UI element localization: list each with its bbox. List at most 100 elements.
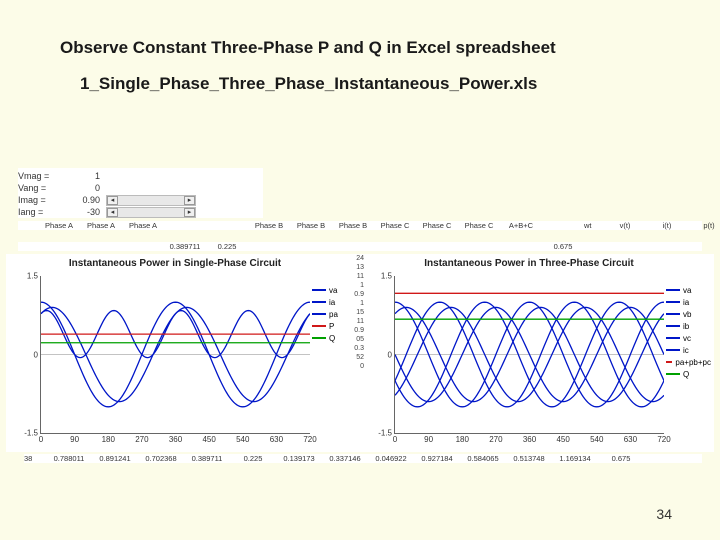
legend-label: ic bbox=[683, 346, 689, 355]
legend-item: vb bbox=[666, 308, 711, 320]
data-cell: 0.389711 bbox=[184, 454, 230, 463]
strip-value: 0.3 bbox=[348, 344, 364, 353]
data-cell: 0.891241 bbox=[92, 454, 138, 463]
legend-swatch bbox=[312, 313, 326, 315]
plot-single: -1.501.5090180270360450540630720 bbox=[40, 276, 310, 434]
strip-value: 1 bbox=[348, 299, 364, 308]
data-cell: 0.584065 bbox=[460, 454, 506, 463]
x-tick: 540 bbox=[590, 433, 603, 444]
legend-item: vc bbox=[666, 332, 711, 344]
data-cell bbox=[80, 242, 122, 251]
header-cell: Phase C bbox=[416, 221, 458, 230]
header-cell: Phase B bbox=[332, 221, 374, 230]
legend-swatch bbox=[666, 313, 680, 315]
chart-single-phase: Instantaneous Power in Single-Phase Circ… bbox=[6, 254, 360, 452]
header-cell: Phase B bbox=[248, 221, 290, 230]
legend-swatch bbox=[666, 337, 680, 339]
data-row-preview: 0.3897110.2250.675 bbox=[18, 242, 702, 251]
legend-label: Q bbox=[329, 334, 335, 343]
control-value: -30 bbox=[68, 207, 100, 217]
strip-value: 13 bbox=[348, 263, 364, 272]
arrow-right-icon[interactable]: ▸ bbox=[184, 208, 195, 217]
header-cell: Phase B bbox=[290, 221, 332, 230]
strip-value: 11 bbox=[348, 317, 364, 326]
data-cell bbox=[374, 242, 416, 251]
y-tick: 0 bbox=[388, 350, 395, 359]
plot-three: -1.501.5090180270360450540630720 bbox=[394, 276, 664, 434]
data-cell bbox=[18, 242, 38, 251]
legend-swatch bbox=[312, 289, 326, 291]
data-row-bottom: 380.7880110.8912410.7023680.3897110.2250… bbox=[24, 454, 702, 463]
legend-swatch bbox=[666, 289, 680, 291]
legend-label: ia bbox=[683, 298, 689, 307]
legend-item: ib bbox=[666, 320, 711, 332]
x-tick: 0 bbox=[393, 433, 397, 444]
data-cell bbox=[416, 242, 458, 251]
header-cell bbox=[18, 221, 38, 230]
strip-value: 1 bbox=[348, 281, 364, 290]
header-cell: Phase C bbox=[374, 221, 416, 230]
x-tick: 630 bbox=[270, 433, 283, 444]
chart-three-phase: Instantaneous Power in Three-Phase Circu… bbox=[360, 254, 714, 452]
x-tick: 90 bbox=[424, 433, 433, 444]
data-cell: 0.337146 bbox=[322, 454, 368, 463]
page-title: Observe Constant Three-Phase P and Q in … bbox=[60, 38, 680, 58]
data-cell: 0.513748 bbox=[506, 454, 552, 463]
legend-item: ic bbox=[666, 344, 711, 356]
arrow-left-icon[interactable]: ◂ bbox=[107, 208, 118, 217]
x-tick: 360 bbox=[523, 433, 536, 444]
arrow-left-icon[interactable]: ◂ bbox=[107, 196, 118, 205]
strip-value: 05 bbox=[348, 335, 364, 344]
data-cell: 1.169134 bbox=[552, 454, 598, 463]
legend-label: P bbox=[329, 322, 334, 331]
header-cell bbox=[542, 221, 584, 230]
data-cell: 0.389711 bbox=[164, 242, 206, 251]
header-cell: i(t) bbox=[646, 221, 688, 230]
legend-swatch bbox=[666, 361, 672, 363]
control-row: Vmag = 1 bbox=[18, 170, 263, 182]
legend-item: Q bbox=[666, 368, 711, 380]
legend-label: pa bbox=[329, 310, 338, 319]
x-tick: 90 bbox=[70, 433, 79, 444]
legend-label: ib bbox=[683, 322, 689, 331]
control-value: 0.90 bbox=[68, 195, 100, 205]
control-value: 1 bbox=[68, 171, 100, 181]
x-tick: 720 bbox=[303, 433, 316, 444]
data-cell bbox=[122, 242, 164, 251]
data-cell bbox=[248, 242, 290, 251]
x-tick: 630 bbox=[624, 433, 637, 444]
value-scroller[interactable]: ◂▸ bbox=[106, 195, 196, 206]
legend-item: pa+pb+pc bbox=[666, 356, 711, 368]
chart-title: Instantaneous Power in Three-Phase Circu… bbox=[394, 258, 664, 276]
x-tick: 0 bbox=[39, 433, 43, 444]
legend-three: va ia vb ibvc icpa+pb+pcQ bbox=[666, 284, 711, 380]
strip-value: 52 bbox=[348, 353, 364, 362]
legend-swatch bbox=[666, 349, 680, 351]
x-tick: 180 bbox=[102, 433, 115, 444]
control-label: Vmag = bbox=[18, 171, 62, 181]
legend-swatch bbox=[666, 373, 680, 375]
data-cell bbox=[38, 242, 80, 251]
legend-label: vb bbox=[683, 310, 691, 319]
x-tick: 270 bbox=[489, 433, 502, 444]
column-headers: Phase APhase APhase APhase BPhase BPhase… bbox=[18, 221, 702, 230]
x-tick: 270 bbox=[135, 433, 148, 444]
parameter-controls: Vmag =1Vang =0Imag =0.90◂▸Iang =-30◂▸ bbox=[18, 168, 263, 218]
strip-value: 24 bbox=[348, 254, 364, 263]
header-cell: v(t) bbox=[604, 221, 646, 230]
chart-title: Instantaneous Power in Single-Phase Circ… bbox=[40, 258, 310, 276]
data-cell: 0.927184 bbox=[414, 454, 460, 463]
legend-swatch bbox=[666, 301, 680, 303]
legend-label: va bbox=[683, 286, 691, 295]
data-cell: 0.702368 bbox=[138, 454, 184, 463]
legend-swatch bbox=[312, 337, 326, 339]
x-tick: 180 bbox=[456, 433, 469, 444]
value-scroller[interactable]: ◂▸ bbox=[106, 207, 196, 218]
data-cell bbox=[332, 242, 374, 251]
page-number: 34 bbox=[656, 506, 672, 522]
control-row: Imag =0.90◂▸ bbox=[18, 194, 263, 206]
x-tick: 450 bbox=[202, 433, 215, 444]
arrow-right-icon[interactable]: ▸ bbox=[184, 196, 195, 205]
data-cell bbox=[458, 242, 500, 251]
header-cell: A+B+C bbox=[500, 221, 542, 230]
